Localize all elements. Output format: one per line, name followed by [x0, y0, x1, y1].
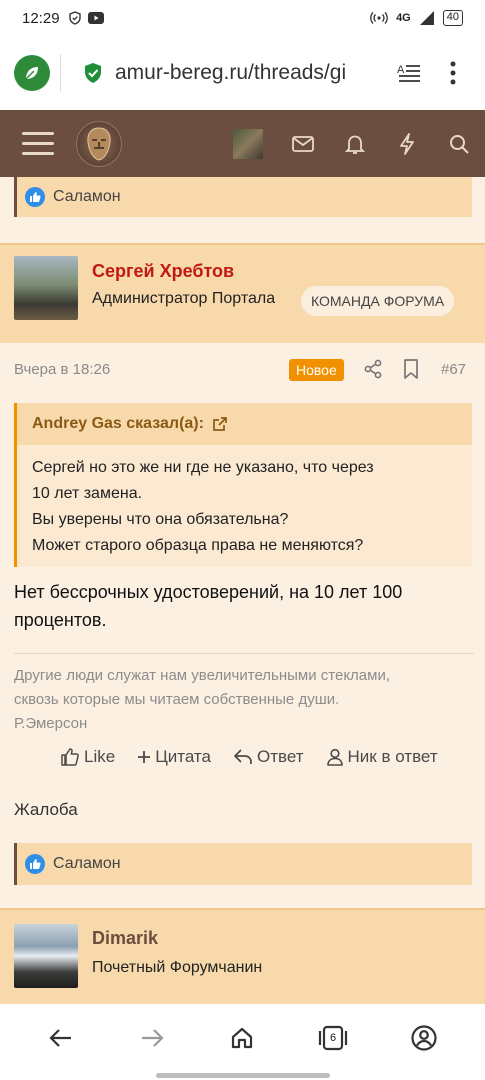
message-line: процентов. — [14, 610, 107, 630]
site-header — [0, 110, 485, 177]
thumbs-up-icon — [61, 748, 79, 766]
header-user-avatar[interactable] — [233, 128, 263, 159]
quote-line: Вы уверены что она обязательна? — [32, 511, 289, 528]
url-text[interactable]: amur-bereg.ru/threads/gi — [115, 61, 377, 85]
forward-button[interactable] — [132, 1018, 172, 1058]
quote-line: 10 лет замена. — [32, 485, 143, 502]
post-number[interactable]: #67 — [441, 361, 466, 378]
quote-block: Andrey Gas сказал(а): Сергей но это же н… — [14, 403, 472, 567]
home-button[interactable] — [222, 1018, 262, 1058]
next-user-title: Почетный Форумчанин — [92, 959, 263, 976]
signature-line: Другие люди служат нам увеличительными с… — [14, 667, 391, 684]
next-post-header: Dimarik Почетный Форумчанин — [0, 908, 485, 1004]
account-button[interactable] — [404, 1018, 444, 1058]
message-line: Нет бессрочных удостоверений, на 10 лет … — [14, 582, 403, 602]
address-bar[interactable]: amur-bereg.ru/threads/gi — [83, 53, 391, 93]
mask-logo-icon — [87, 126, 111, 161]
bookmark-icon[interactable] — [402, 359, 420, 379]
quote-header[interactable]: Andrey Gas сказал(а): — [17, 403, 472, 445]
external-link-icon[interactable] — [212, 416, 228, 432]
post-date[interactable]: Вчера в 18:26 — [14, 361, 110, 378]
browser-toolbar: amur-bereg.ru/threads/gi A — [0, 36, 485, 110]
like-label[interactable]: Like — [84, 747, 115, 767]
back-button[interactable] — [41, 1018, 81, 1058]
user-icon — [326, 748, 343, 766]
post-message: Нет бессрочных удостоверений, на 10 лет … — [14, 578, 472, 634]
user-signature: Другие люди служат нам увеличительными с… — [14, 653, 474, 736]
hotspot-icon — [370, 12, 388, 24]
inbox-icon[interactable] — [291, 132, 315, 156]
post-user-header: Сергей Хребтов Администратор Портала КОМ… — [0, 243, 485, 343]
quote-line: Может старого образца права не меняются? — [32, 537, 364, 554]
new-badge: Новое — [289, 359, 344, 381]
search-icon[interactable] — [447, 132, 471, 156]
reply-label[interactable]: Ответ — [257, 747, 304, 767]
next-user-avatar[interactable] — [14, 924, 78, 988]
browser-logo-icon[interactable] — [14, 55, 50, 91]
reaction-user[interactable]: Саламон — [53, 855, 121, 873]
quote-button[interactable]: Цитата — [137, 747, 211, 767]
youtube-status-icon — [87, 12, 104, 24]
plus-icon — [138, 751, 151, 763]
status-bar: 12:29 4G 40 — [0, 0, 485, 36]
reader-mode-icon: A — [397, 64, 420, 82]
network-type: 4G — [396, 12, 411, 24]
bell-icon[interactable] — [343, 132, 367, 156]
secure-shield-icon[interactable] — [83, 62, 103, 84]
more-vertical-icon — [450, 61, 456, 85]
like-reaction-icon — [25, 854, 45, 874]
reaction-bar[interactable]: Саламон — [14, 843, 472, 885]
like-button[interactable]: Like — [60, 747, 115, 767]
post-body: Вчера в 18:26 Новое #67 Andrey Gas сказа… — [0, 343, 485, 908]
browser-bottom-nav: 6 — [0, 1004, 485, 1080]
account-icon — [411, 1025, 437, 1051]
tabs-count: 6 — [330, 1032, 337, 1044]
reply-icon — [234, 749, 252, 764]
reader-mode-button[interactable]: A — [391, 55, 427, 91]
arrow-right-icon — [141, 1029, 164, 1047]
signature-line: Р.Эмерсон — [14, 715, 88, 732]
lightning-icon[interactable] — [395, 132, 419, 156]
home-icon — [232, 1027, 253, 1049]
quote-line: Сергей но это же ни где не указано, что … — [32, 459, 374, 476]
post-actions: Like Цитата Ответ Ник в ответ — [60, 747, 438, 767]
share-icon[interactable] — [363, 359, 383, 379]
menu-hamburger-icon[interactable] — [22, 132, 54, 155]
toolbar-divider — [60, 54, 61, 92]
status-time: 12:29 — [22, 9, 60, 27]
browser-menu-button[interactable] — [435, 55, 471, 91]
arrow-left-icon — [49, 1029, 72, 1047]
reaction-user[interactable]: Саламон — [53, 188, 121, 206]
user-title: Администратор Портала — [92, 290, 276, 307]
battery-indicator: 40 — [442, 10, 463, 26]
svg-text:A: A — [397, 64, 405, 76]
report-link[interactable]: Жалоба — [14, 800, 78, 820]
nick-reply-button[interactable]: Ник в ответ — [326, 747, 438, 767]
quote-author[interactable]: Andrey Gas сказал(а): — [32, 415, 204, 433]
site-logo[interactable] — [76, 120, 122, 167]
reply-button[interactable]: Ответ — [233, 747, 304, 767]
reaction-bar-previous[interactable]: Саламон — [14, 177, 472, 217]
tabs-button[interactable]: 6 — [313, 1018, 353, 1058]
like-reaction-icon — [25, 187, 45, 207]
next-post-username[interactable]: Dimarik — [92, 928, 158, 949]
signal-icon — [419, 11, 434, 25]
team-badge: КОМАНДА ФОРУМА — [301, 286, 455, 316]
shield-status-icon — [68, 11, 81, 25]
nick-reply-label[interactable]: Ник в ответ — [348, 747, 438, 767]
post-username[interactable]: Сергей Хребтов — [92, 261, 234, 282]
signature-line: сквозь которые мы читаем собственные душ… — [14, 691, 340, 708]
user-avatar[interactable] — [14, 256, 78, 320]
quote-label[interactable]: Цитата — [155, 747, 211, 767]
quote-text: Сергей но это же ни где не указано, что … — [17, 445, 472, 569]
gesture-bar[interactable] — [156, 1073, 330, 1078]
